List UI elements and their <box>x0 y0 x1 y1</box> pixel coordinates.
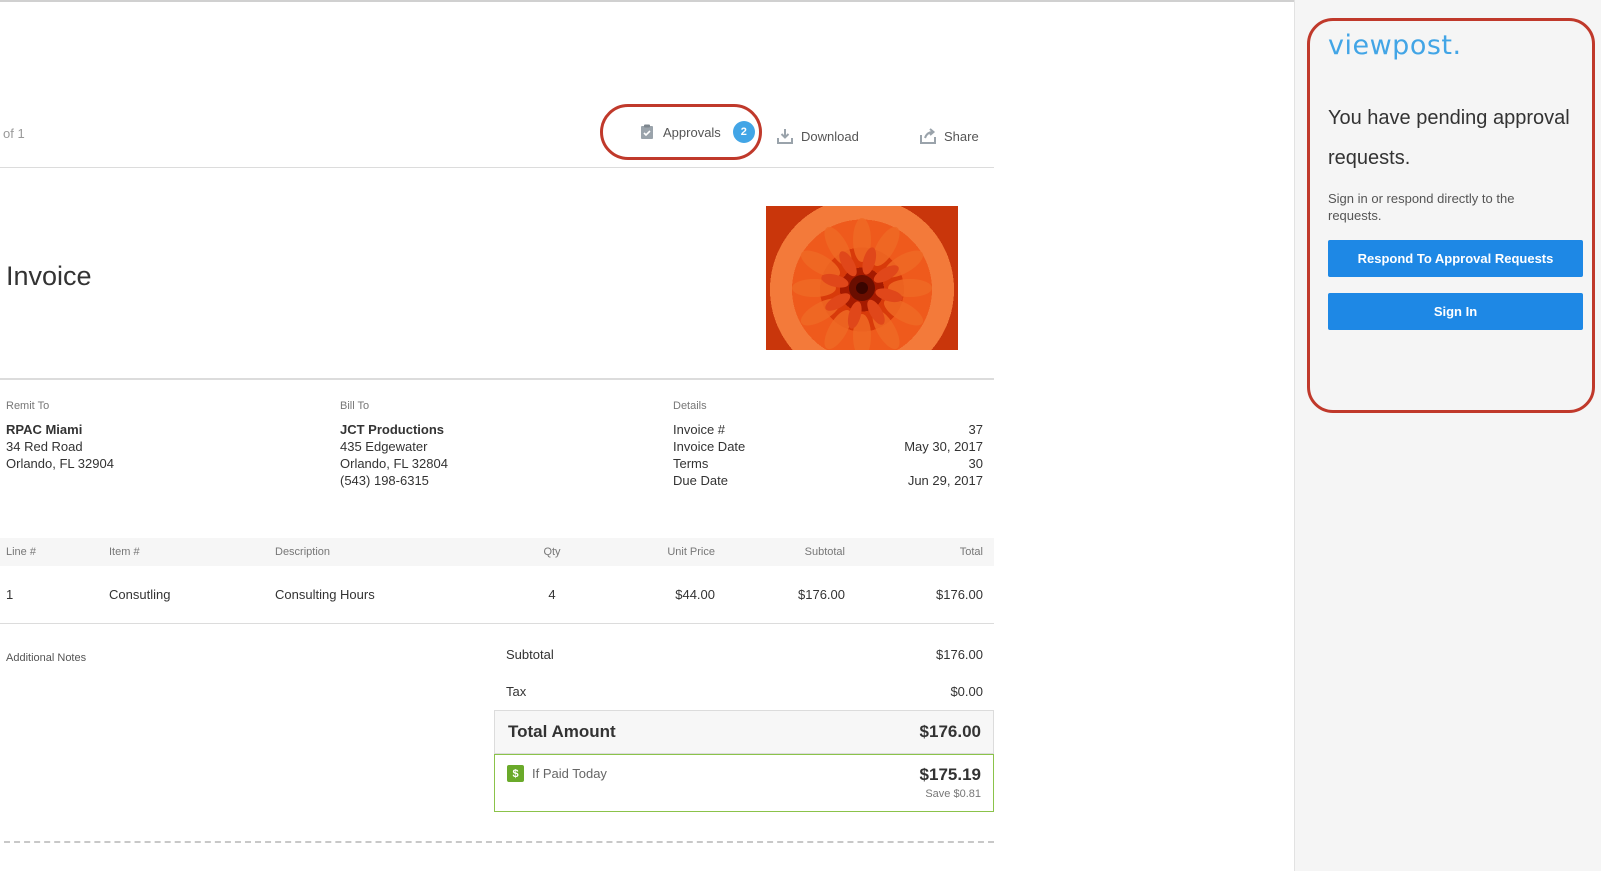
table-row: 1 Consutling Consulting Hours 4 $44.00 $… <box>0 566 994 624</box>
total-amount-row: Total Amount $176.00 <box>494 710 994 754</box>
bill-to-address2: Orlando, FL 32804 <box>340 456 448 471</box>
cell-qty: 4 <box>548 587 556 602</box>
share-button[interactable]: Share <box>920 116 979 156</box>
approval-sidebar: viewpost. You have pending approval requ… <box>1294 0 1601 871</box>
savings-text: Save $0.81 <box>925 788 981 800</box>
remit-to-block: Remit To RPAC Miami 34 Red Road Orlando,… <box>6 398 114 472</box>
remit-to-name: RPAC Miami <box>6 422 83 437</box>
bill-to-label: Bill To <box>340 400 370 412</box>
subtotal-value: $176.00 <box>936 647 983 662</box>
invoice-summary: Subtotal $176.00 Tax $0.00 Total Amount … <box>494 636 994 812</box>
approvals-label: Approvals <box>663 124 721 140</box>
pending-approvals-subtext: Sign in or respond directly to the reque… <box>1328 191 1515 223</box>
paid-today-amount: $175.19 <box>919 765 981 784</box>
share-icon <box>920 128 936 144</box>
detail-value: Jun 29, 2017 <box>907 473 983 488</box>
tax-value: $0.00 <box>950 684 983 699</box>
remit-to-address2: Orlando, FL 32904 <box>6 456 114 471</box>
cell-line: 1 <box>6 587 14 602</box>
invoice-header: Invoice <box>0 168 994 380</box>
total-amount-value: $176.00 <box>919 722 981 741</box>
total-amount-label: Total Amount <box>508 722 616 741</box>
paid-today-box: $ If Paid Today $175.19 Save $0.81 <box>494 754 994 812</box>
cell-subtotal: $176.00 <box>798 587 845 602</box>
header-subtotal: Subtotal <box>804 546 845 558</box>
viewpost-logo[interactable]: viewpost. <box>1328 30 1462 61</box>
share-label: Share <box>944 128 979 144</box>
company-logo-image <box>766 206 958 350</box>
header-unit-price: Unit Price <box>667 546 715 558</box>
download-button[interactable]: Download <box>777 116 859 156</box>
detail-label: Invoice Date <box>673 439 746 454</box>
header-line: Line # <box>6 546 36 558</box>
header-qty: Qty <box>543 546 561 558</box>
detail-value: May 30, 2017 <box>904 439 983 454</box>
pending-approvals-headline: You have pending approval requests. <box>1328 107 1570 169</box>
table-header-row: Line # Item # Description Qty Unit Price… <box>0 538 994 566</box>
detail-label: Due Date <box>673 473 728 488</box>
line-items-table: Line # Item # Description Qty Unit Price… <box>0 538 994 624</box>
cell-total: $176.00 <box>936 587 983 602</box>
remit-to-address1: 34 Red Road <box>6 439 83 454</box>
paid-today-label: If Paid Today <box>532 766 607 781</box>
paid-today-left: $ If Paid Today <box>507 765 981 782</box>
detail-label: Terms <box>673 456 709 471</box>
detail-row-terms: Terms 30 <box>673 455 983 472</box>
header-item: Item # <box>109 546 140 558</box>
bill-to-block: Bill To JCT Productions 435 Edgewater Or… <box>340 398 448 489</box>
tax-label: Tax <box>506 684 527 699</box>
download-label: Download <box>801 128 859 144</box>
tax-row: Tax $0.00 <box>494 673 994 710</box>
details-label: Details <box>673 400 707 412</box>
header-total: Total <box>959 546 983 558</box>
subtotal-row: Subtotal $176.00 <box>494 636 994 673</box>
detail-row-due-date: Due Date Jun 29, 2017 <box>673 472 983 489</box>
details-block: Details Invoice # 37 Invoice Date May 30… <box>673 398 983 489</box>
subtotal-label: Subtotal <box>506 647 554 662</box>
approvals-count-badge: 2 <box>732 121 755 143</box>
detail-row-invoice-date: Invoice Date May 30, 2017 <box>673 438 983 455</box>
sign-in-button[interactable]: Sign In <box>1328 293 1583 330</box>
additional-notes-label: Additional Notes <box>6 652 87 664</box>
cell-item: Consutling <box>109 587 171 602</box>
approvals-button[interactable]: Approvals 2 <box>600 104 762 160</box>
bill-to-phone: (543) 198-6315 <box>340 473 429 488</box>
invoice-toolbar: of 1 Approvals 2 Download Share <box>0 104 994 168</box>
detail-value: 37 <box>968 422 983 437</box>
dollar-icon: $ <box>507 765 524 782</box>
respond-approval-requests-button[interactable]: Respond To Approval Requests <box>1328 240 1583 277</box>
detail-row-invoice-number: Invoice # 37 <box>673 421 983 438</box>
detail-value: 30 <box>968 456 983 471</box>
invoice-view: of 1 Approvals 2 Download Share Invoice <box>0 0 1294 871</box>
bill-to-address1: 435 Edgewater <box>340 439 428 454</box>
page-count: of 1 <box>3 126 25 141</box>
bill-to-name: JCT Productions <box>340 422 445 437</box>
detail-label: Invoice # <box>673 422 726 437</box>
cell-unit-price: $44.00 <box>675 587 715 602</box>
dashed-divider <box>4 841 994 843</box>
clipboard-icon <box>639 124 655 140</box>
download-icon <box>777 128 793 144</box>
cell-description: Consulting Hours <box>275 587 375 602</box>
invoice-title: Invoice <box>6 261 92 291</box>
header-description: Description <box>275 546 331 558</box>
remit-to-label: Remit To <box>6 400 50 412</box>
